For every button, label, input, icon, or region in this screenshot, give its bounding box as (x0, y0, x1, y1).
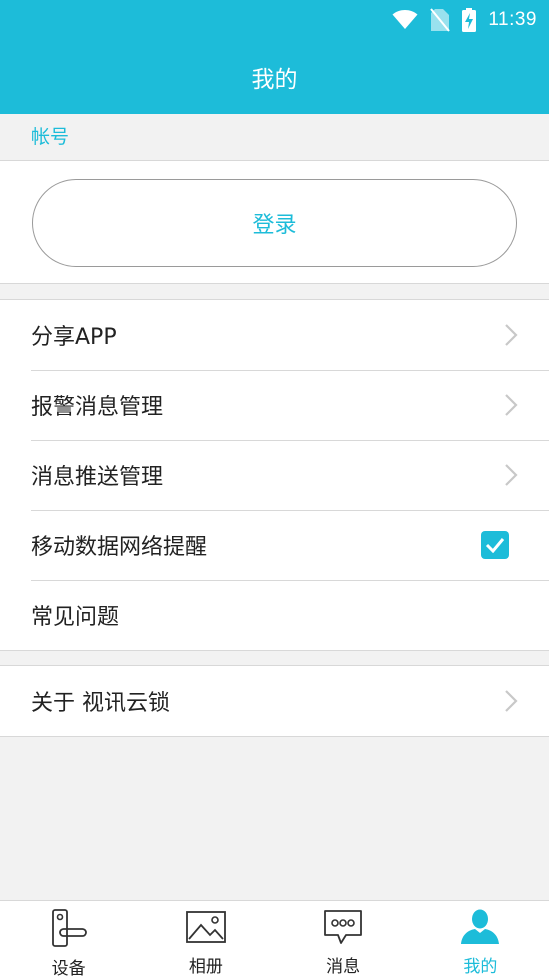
about-menu: 关于 视讯云锁 (0, 665, 549, 737)
wifi-icon (392, 10, 418, 29)
battery-charging-icon (462, 8, 477, 32)
message-icon (324, 910, 363, 944)
menu-item-faq[interactable]: 常见问题 (0, 580, 549, 650)
chevron-right-icon (505, 690, 518, 712)
mobile-data-alert-checkbox[interactable] (481, 531, 509, 559)
menu-item-push-messages[interactable]: 消息推送管理 (0, 440, 549, 510)
chevron-right-icon (505, 394, 518, 416)
menu-item-label: 移动数据网络提醒 (31, 535, 208, 560)
status-time: 11:39 (488, 9, 537, 30)
chevron-right-icon (505, 464, 518, 486)
photo-album-icon (185, 911, 226, 943)
menu-item-mobile-data-alert[interactable]: 移动数据网络提醒 (0, 510, 549, 580)
chevron-right-icon (505, 324, 518, 346)
menu-item-about[interactable]: 关于 视讯云锁 (0, 666, 549, 736)
menu-item-label: 报警消息管理 (31, 395, 164, 420)
page-title: 我的 (251, 67, 298, 93)
menu-item-label: 消息推送管理 (31, 465, 164, 490)
door-lock-icon (51, 909, 87, 947)
menu-item-label: 关于 视讯云锁 (31, 691, 170, 716)
tab-messages[interactable]: 消息 (275, 901, 412, 977)
tab-label: 相册 (188, 957, 223, 977)
tab-label: 我的 (463, 957, 498, 977)
checkmark-icon (485, 538, 505, 553)
menu-item-share-app[interactable]: 分享APP (0, 300, 549, 370)
settings-menu: 分享APP 报警消息管理 消息推送管理 移动数据网络提醒 常见问题 (0, 299, 549, 651)
menu-item-label: 常见问题 (31, 605, 120, 630)
login-button[interactable]: 登录 (32, 179, 517, 267)
app-header: 11:39 我的 (0, 0, 549, 114)
tab-label: 消息 (326, 957, 361, 977)
account-section-label: 帐号 (31, 126, 70, 148)
menu-item-label: 分享APP (31, 325, 117, 350)
menu-item-alarm-messages[interactable]: 报警消息管理 (0, 370, 549, 440)
status-bar: 11:39 (392, 0, 537, 40)
account-block: 登录 (0, 160, 549, 284)
tab-devices[interactable]: 设备 (0, 901, 137, 977)
tab-mine[interactable]: 我的 (412, 901, 549, 977)
tab-label: 设备 (51, 959, 86, 977)
person-icon (461, 909, 500, 944)
no-sim-icon (430, 8, 451, 32)
tab-album[interactable]: 相册 (137, 901, 274, 977)
bottom-tab-bar: 设备 相册 消息 我的 (0, 900, 549, 977)
